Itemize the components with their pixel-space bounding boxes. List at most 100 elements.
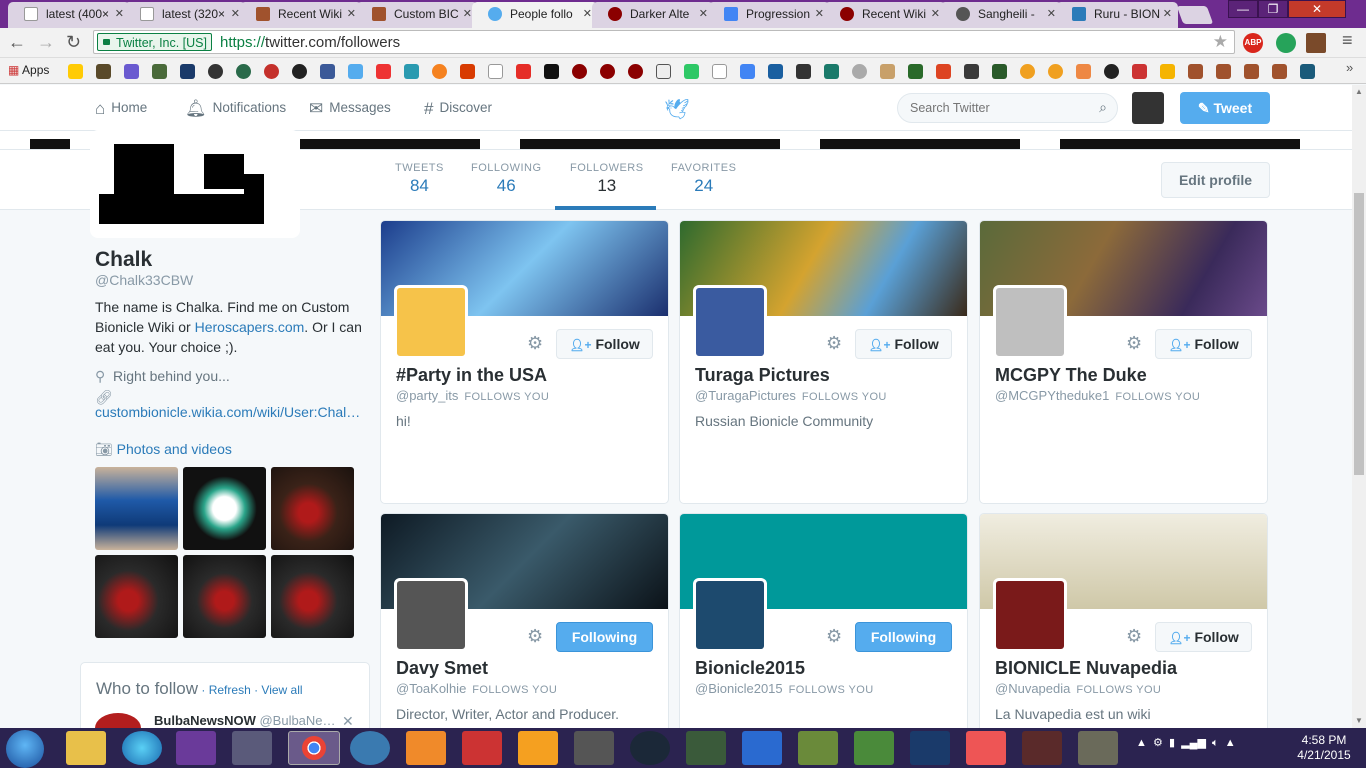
app-taskbar-icon[interactable] [742,731,782,765]
bookmark-icon[interactable] [964,64,979,79]
card-name[interactable]: #Party in the USA [396,365,547,386]
card-name[interactable]: Turaga Pictures [695,365,830,386]
back-arrow-icon[interactable]: ← [8,32,26,53]
volume-icon[interactable]: 🔈︎ [1212,737,1219,749]
profile-avatar[interactable] [90,130,300,238]
bookmark-icon[interactable] [68,64,83,79]
nav-discover[interactable]: # Discover [424,99,492,119]
nav-home[interactable]: ⌂ Home [95,99,147,119]
card-avatar[interactable] [693,578,767,652]
search-icon[interactable]: ⌕ [1099,99,1107,116]
bookmark-icon[interactable] [96,64,111,79]
app-taskbar-icon[interactable] [1022,731,1062,765]
bookmark-icon[interactable] [880,64,895,79]
extension-icon[interactable] [1276,33,1296,53]
more-bookmarks-icon[interactable]: » [1346,60,1353,75]
search-input[interactable] [898,94,1078,122]
bookmark-icon[interactable] [908,64,923,79]
follow-button[interactable]: 👤︎+ Follow [1155,329,1252,359]
browser-tab-8[interactable]: Recent Wiki ✕ [824,2,946,28]
chrome-taskbar-icon[interactable] [288,731,340,765]
twitter-bird-icon[interactable]: 🕊︎ [664,97,689,122]
bookmark-icon[interactable] [768,64,783,79]
profile-name[interactable]: Chalk [95,248,152,272]
browser-tab-10[interactable]: Ruru - BION ✕ [1056,2,1178,28]
bookmark-icon[interactable] [404,64,419,79]
page-icon[interactable] [488,64,503,79]
tweet-button[interactable]: ✎ Tweet [1180,92,1270,124]
minimize-button[interactable]: — [1228,0,1258,18]
bookmark-icon[interactable] [236,64,251,79]
bookmark-icon[interactable] [992,64,1007,79]
card-name[interactable]: MCGPY The Duke [995,365,1147,386]
bookmark-icon[interactable] [936,64,951,79]
skyrim-taskbar-icon[interactable] [574,731,614,765]
app-taskbar-icon[interactable] [350,731,390,765]
close-tab-icon[interactable]: ✕ [931,2,940,26]
ssl-certificate-badge[interactable]: Twitter, Inc. [US] [97,33,212,51]
app-taskbar-icon[interactable] [462,731,502,765]
twitter-icon[interactable] [348,64,363,79]
photo-thumbnail[interactable] [183,555,266,638]
start-button[interactable] [6,730,44,768]
maximize-button[interactable]: ❐ [1258,0,1288,18]
close-tab-icon[interactable]: ✕ [699,2,708,26]
app-taskbar-icon[interactable] [686,731,726,765]
bookmark-icon[interactable] [1020,64,1035,79]
follow-button[interactable]: 👤︎+ Follow [855,329,952,359]
bookmark-icon[interactable] [1272,64,1287,79]
gear-icon[interactable]: ⚙ [826,626,842,647]
gear-icon[interactable]: ⚙ [527,333,543,354]
close-tab-icon[interactable]: ✕ [463,2,472,26]
close-tab-icon[interactable]: ✕ [583,2,592,26]
follow-button[interactable]: 👤︎+ Follow [1155,622,1252,652]
facebook-icon[interactable] [320,64,335,79]
chrome-menu-icon[interactable]: ≡ [1342,30,1353,51]
league-taskbar-icon[interactable] [910,731,950,765]
minecraft-taskbar-icon[interactable] [854,731,894,765]
gear-icon[interactable]: ⚙ [826,333,842,354]
close-tab-icon[interactable]: ✕ [1047,2,1056,26]
nav-messages[interactable]: ✉ Messages [309,99,391,119]
stat-followers[interactable]: FOLLOWERS 13 [570,162,644,196]
following-button[interactable]: 👤︎+Following [556,622,653,652]
suggested-user[interactable]: BulbaNewsNOW @BulbaNe… [154,713,336,728]
bookmark-icon[interactable] [1216,64,1231,79]
bookmark-icon[interactable] [684,64,699,79]
close-tab-icon[interactable]: ✕ [231,2,240,26]
app-taskbar-icon[interactable] [966,731,1006,765]
browser-tab-2[interactable]: latest (320× ✕ [124,2,246,28]
close-tab-icon[interactable]: ✕ [1163,2,1172,26]
bookmark-icon[interactable] [796,64,811,79]
follow-button[interactable]: 👤︎+ Follow [556,329,653,359]
browser-tab-4[interactable]: Custom BIC ✕ [356,2,478,28]
bookmark-icon[interactable] [264,64,279,79]
follower-card[interactable]: ⚙ 👤︎+ Follow Turaga Pictures @TuragaPictu… [679,220,968,504]
profile-website[interactable]: 🔗︎ custombionicle.wikia.com/wiki/User:Cha… [95,390,360,420]
drive-icon[interactable]: ▲ [1225,737,1236,749]
browser-tab-7[interactable]: Progression ✕ [708,2,830,28]
bookmark-icon[interactable] [180,64,195,79]
stat-following[interactable]: FOLLOWING 46 [471,162,542,196]
explorer-taskbar-icon[interactable] [66,731,106,765]
youtube-icon[interactable] [516,64,531,79]
bookmark-icon[interactable] [1048,64,1063,79]
app-taskbar-icon[interactable] [176,731,216,765]
new-tab-button[interactable] [1176,6,1214,24]
view-all-link[interactable]: View all [261,683,302,697]
browser-taskbar-icon[interactable] [122,731,162,765]
app-taskbar-icon[interactable] [518,731,558,765]
photos-and-videos-link[interactable]: 📷︎ Photos and videos [95,441,232,458]
taskbar-clock[interactable]: 4:58 PM 4/21/2015 [1290,733,1358,763]
card-avatar[interactable] [993,578,1067,652]
card-name[interactable]: Davy Smet [396,658,488,679]
browser-tab-3[interactable]: Recent Wiki ✕ [240,2,362,28]
apps-shortcut[interactable]: ▦ Apps [8,63,49,77]
bookmark-icon[interactable] [292,64,307,79]
address-bar[interactable]: Twitter, Inc. [US] https://twitter.com/f… [93,30,1235,54]
photo-thumbnail[interactable] [271,555,354,638]
bookmark-icon[interactable] [1132,64,1147,79]
close-tab-icon[interactable]: ✕ [115,2,124,26]
bio-link[interactable]: Heroscapers.com [195,319,305,335]
office-icon[interactable] [460,64,475,79]
